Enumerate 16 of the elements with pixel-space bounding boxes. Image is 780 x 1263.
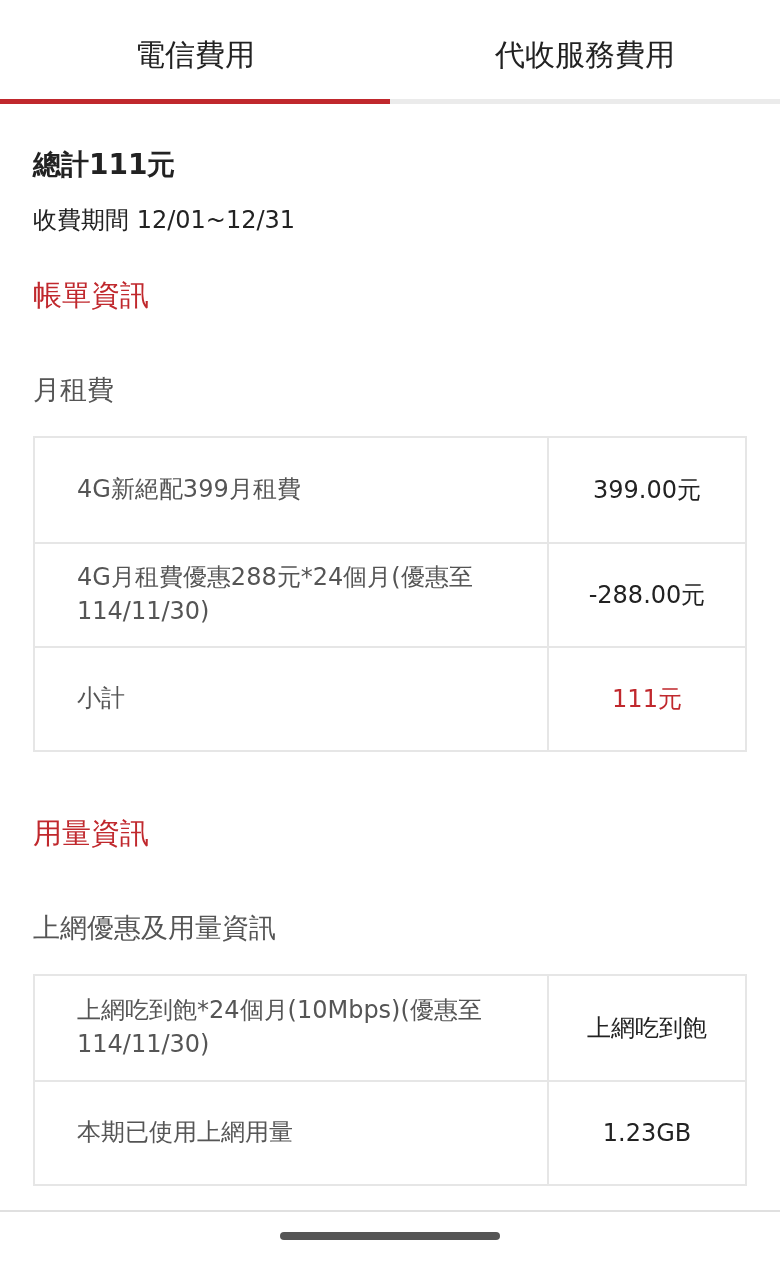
value-cell-text: 上網吃到飽 — [586, 1013, 708, 1044]
item-cell: 上網吃到飽*24個月(10Mbps)(優惠至114/11/30) — [35, 976, 549, 1080]
value-cell-text: 399.00元 — [592, 475, 702, 506]
total-amount: 總計111元 — [33, 147, 177, 183]
item-cell: 4G新絕配399月租費 — [35, 438, 549, 542]
value-cell-text: 1.23GB — [601, 1118, 693, 1149]
group-heading: 月租費 — [33, 372, 115, 407]
group-heading: 上網優惠及用量資訊 — [33, 910, 277, 945]
section-heading: 用量資訊 — [33, 815, 150, 852]
item-cell: 4G月租費優惠288元*24個月(優惠至114/11/30) — [35, 544, 549, 646]
value-cell-text: 111元 — [611, 684, 683, 715]
value-cell-text: -288.00元 — [587, 580, 707, 611]
billing-period: 收費期間 12/01~12/31 — [33, 205, 297, 236]
item-cell: 小計 — [35, 648, 549, 750]
section-heading: 帳單資訊 — [33, 277, 150, 314]
item-cell: 本期已使用上網用量 — [35, 1082, 549, 1184]
